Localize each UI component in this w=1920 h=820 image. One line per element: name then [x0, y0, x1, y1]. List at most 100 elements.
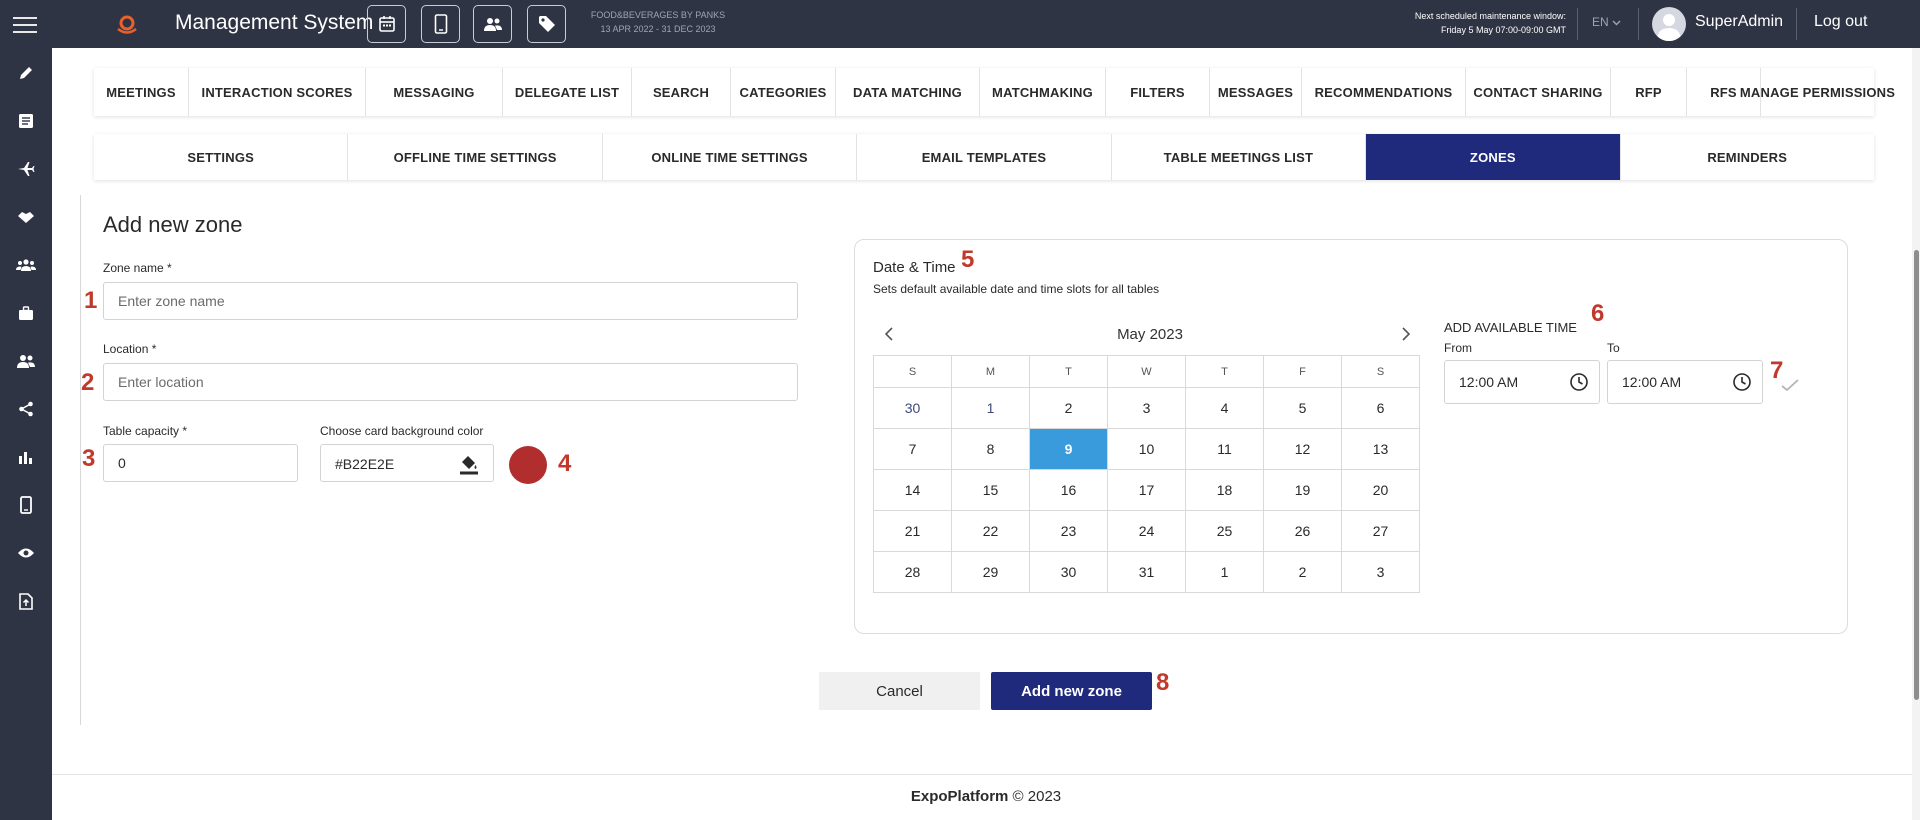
nav-manage-permissions[interactable]: MANAGE PERMISSIONS [1740, 68, 1895, 116]
eye-icon[interactable] [14, 541, 38, 565]
chevron-right-icon [1402, 327, 1411, 341]
clock-icon[interactable] [1732, 372, 1752, 392]
file-export-icon[interactable] [14, 589, 38, 613]
date-time-title: Date & Time [873, 259, 956, 276]
nav-contact-sharing[interactable]: CONTACT SHARING [1466, 68, 1611, 116]
calendar-day[interactable]: 25 [1185, 510, 1264, 552]
calendar-day[interactable]: 14 [873, 469, 952, 511]
annotation-4: 4 [558, 450, 572, 477]
calendar-day[interactable]: 17 [1107, 469, 1186, 511]
scrollbar-thumb[interactable] [1914, 250, 1919, 700]
user-name[interactable]: SuperAdmin [1695, 13, 1783, 31]
calendar-day[interactable]: 29 [951, 551, 1030, 593]
language-select[interactable]: EN [1592, 15, 1621, 29]
calendar-day[interactable]: 26 [1263, 510, 1342, 552]
calendar-day[interactable]: 19 [1263, 469, 1342, 511]
bar-chart-icon[interactable] [14, 445, 38, 469]
handshake-icon[interactable] [14, 205, 38, 229]
nav-categories[interactable]: CATEGORIES [731, 68, 836, 116]
calendar-day[interactable]: 20 [1341, 469, 1420, 511]
calendar-day[interactable]: 3 [1107, 387, 1186, 429]
paint-bucket-icon[interactable] [459, 453, 479, 475]
calendar-day[interactable]: 28 [873, 551, 952, 593]
nav-meetings[interactable]: MEETINGS [94, 68, 189, 116]
calendar-day[interactable]: 27 [1341, 510, 1420, 552]
calendar-day[interactable]: 2 [1263, 551, 1342, 593]
tag-button[interactable] [527, 5, 566, 43]
calendar-day[interactable]: 1 [1185, 551, 1264, 593]
mobile-icon[interactable] [14, 493, 38, 517]
calendar-day[interactable]: 31 [1107, 551, 1186, 593]
to-time-input[interactable]: 12:00 AM [1607, 360, 1763, 404]
table-capacity-input[interactable] [103, 444, 298, 482]
from-time-input[interactable]: 12:00 AM [1444, 360, 1600, 404]
sidebar [0, 48, 52, 820]
pencil-icon[interactable] [14, 61, 38, 85]
clock-icon[interactable] [1569, 372, 1589, 392]
nav-filters[interactable]: FILTERS [1106, 68, 1210, 116]
nav-search[interactable]: SEARCH [632, 68, 731, 116]
tab-table-meetings-list[interactable]: TABLE MEETINGS LIST [1112, 134, 1367, 180]
calendar-button[interactable] [367, 5, 406, 43]
nav-recommendations[interactable]: RECOMMENDATIONS [1302, 68, 1466, 116]
nav-messaging[interactable]: MESSAGING [366, 68, 503, 116]
calendar-day[interactable]: 11 [1185, 428, 1264, 470]
cancel-button[interactable]: Cancel [819, 672, 980, 710]
logout-link[interactable]: Log out [1814, 13, 1867, 31]
calendar-day[interactable]: 18 [1185, 469, 1264, 511]
tab-zones[interactable]: ZONES [1366, 134, 1621, 180]
footer-brand[interactable]: ExpoPlatform [911, 788, 1009, 805]
calendar-day[interactable]: 7 [873, 428, 952, 470]
briefcase-icon[interactable] [14, 301, 38, 325]
next-month-button[interactable] [1401, 325, 1411, 346]
group-icon[interactable] [14, 253, 38, 277]
calendar-day[interactable]: 30 [873, 387, 952, 429]
calendar-day[interactable]: 21 [873, 510, 952, 552]
color-input[interactable]: #B22E2E [320, 444, 494, 482]
tab-email-templates[interactable]: EMAIL TEMPLATES [857, 134, 1112, 180]
calendar-day[interactable]: 6 [1341, 387, 1420, 429]
calendar-day[interactable]: 10 [1107, 428, 1186, 470]
calendar-day[interactable]: 16 [1029, 469, 1108, 511]
calendar-day[interactable]: 22 [951, 510, 1030, 552]
tab-reminders[interactable]: REMINDERS [1621, 134, 1874, 180]
nav-data-matching[interactable]: DATA MATCHING [836, 68, 980, 116]
calendar-day-selected[interactable]: 9 [1029, 428, 1108, 470]
nav-interaction-scores[interactable]: INTERACTION SCORES [189, 68, 366, 116]
calendar-day[interactable]: 3 [1341, 551, 1420, 593]
nav-delegate-list[interactable]: DELEGATE LIST [503, 68, 632, 116]
people-icon[interactable] [14, 349, 38, 373]
nav-rfp[interactable]: RFP [1611, 68, 1687, 116]
calendar-day[interactable]: 12 [1263, 428, 1342, 470]
mobile-button[interactable] [421, 5, 460, 43]
nav-messages[interactable]: MESSAGES [1210, 68, 1302, 116]
calendar-day[interactable]: 1 [951, 387, 1030, 429]
list-icon[interactable] [14, 109, 38, 133]
share-icon[interactable] [14, 397, 38, 421]
nav-matchmaking[interactable]: MATCHMAKING [980, 68, 1106, 116]
tab-offline-time-settings[interactable]: OFFLINE TIME SETTINGS [348, 134, 603, 180]
calendar-day[interactable]: 2 [1029, 387, 1108, 429]
calendar-day[interactable]: 5 [1263, 387, 1342, 429]
maintenance-time: Friday 5 May 07:00-09:00 GMT [1440, 25, 1566, 35]
footer-copyright: © 2023 [1012, 788, 1062, 805]
calendar-day[interactable]: 15 [951, 469, 1030, 511]
add-new-zone-button[interactable]: Add new zone [991, 672, 1152, 710]
avatar[interactable] [1652, 7, 1686, 41]
calendar-day[interactable]: 30 [1029, 551, 1108, 593]
calendar-day[interactable]: 24 [1107, 510, 1186, 552]
plane-icon[interactable] [14, 157, 38, 181]
location-input[interactable] [103, 363, 798, 401]
calendar-day[interactable]: 23 [1029, 510, 1108, 552]
calendar-day[interactable]: 4 [1185, 387, 1264, 429]
checkmark-icon[interactable] [1781, 378, 1799, 392]
calendar-day[interactable]: 8 [951, 428, 1030, 470]
tab-online-time-settings[interactable]: ONLINE TIME SETTINGS [603, 134, 858, 180]
users-button[interactable] [473, 5, 512, 43]
color-swatch[interactable] [509, 446, 547, 484]
menu-icon[interactable] [13, 17, 37, 33]
prev-month-button[interactable] [884, 325, 894, 346]
calendar-day[interactable]: 13 [1341, 428, 1420, 470]
zone-name-input[interactable] [103, 282, 798, 320]
tab-settings[interactable]: SETTINGS [94, 134, 349, 180]
